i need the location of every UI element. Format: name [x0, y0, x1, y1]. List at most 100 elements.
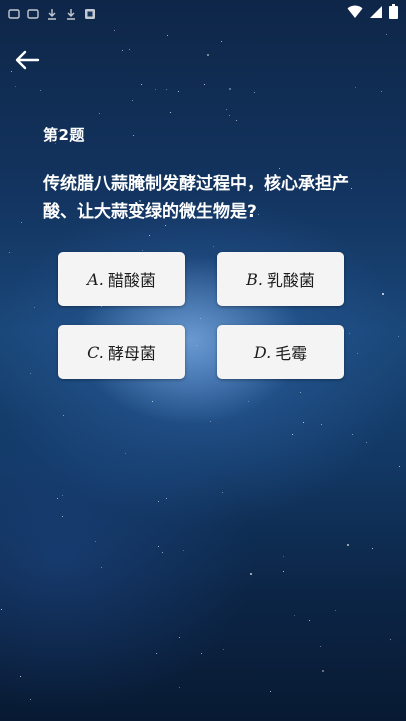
notification-icon	[8, 5, 20, 19]
star	[320, 646, 321, 647]
star	[221, 41, 222, 42]
star	[20, 676, 21, 677]
option-label: 醋酸菌	[107, 271, 156, 290]
star	[321, 424, 322, 425]
star	[254, 92, 255, 93]
star	[229, 88, 231, 90]
star	[167, 35, 168, 36]
star	[200, 318, 201, 319]
option-label: 乳酸菌	[266, 271, 315, 290]
notification-icon	[27, 5, 39, 19]
star	[222, 492, 223, 493]
star	[30, 373, 31, 374]
option-b-button[interactable]: B. 乳酸菌	[217, 252, 344, 306]
option-letter: C.	[87, 342, 104, 362]
star	[386, 34, 387, 35]
star	[62, 516, 63, 517]
star	[207, 54, 209, 56]
star	[122, 50, 123, 51]
star	[178, 91, 179, 92]
star	[399, 466, 400, 467]
star	[349, 333, 350, 334]
star	[398, 336, 399, 337]
star	[183, 550, 184, 551]
star	[335, 610, 336, 611]
star	[132, 100, 133, 101]
star	[179, 687, 180, 688]
star	[357, 353, 358, 354]
option-d-button[interactable]: D. 毛霉	[217, 325, 344, 379]
star	[279, 168, 280, 169]
star	[133, 135, 134, 136]
star	[250, 573, 252, 575]
download-icon	[65, 5, 77, 20]
star	[270, 691, 271, 692]
star	[236, 120, 237, 121]
star	[158, 501, 159, 502]
star	[101, 567, 102, 568]
star	[303, 422, 304, 423]
option-a-button[interactable]: A. 醋酸菌	[58, 252, 185, 306]
status-right	[347, 4, 398, 23]
star	[300, 392, 301, 393]
star	[372, 548, 373, 549]
star	[21, 222, 22, 223]
star	[129, 49, 130, 50]
question-number: 第2题	[43, 126, 85, 144]
option-letter: B.	[246, 269, 263, 289]
star	[101, 306, 102, 307]
star	[1, 609, 2, 610]
star	[229, 115, 230, 116]
star	[170, 112, 171, 113]
star	[201, 653, 202, 654]
star	[179, 637, 180, 638]
star	[15, 86, 16, 87]
star	[381, 91, 382, 92]
star	[99, 113, 100, 114]
star	[196, 345, 197, 346]
star	[142, 250, 143, 251]
option-label: 酵母菌	[107, 344, 156, 363]
question-text: 传统腊八蒜腌制发酵过程中，核心承担产酸、让大蒜变绿的微生物是?	[43, 174, 349, 222]
star	[125, 453, 126, 454]
star	[57, 498, 58, 499]
star	[156, 653, 157, 654]
star	[309, 620, 310, 621]
star	[213, 246, 214, 247]
option-c-button[interactable]: C. 酵母菌	[58, 325, 185, 379]
back-arrow-icon	[14, 50, 40, 74]
star	[382, 293, 384, 295]
star	[355, 87, 356, 88]
back-button[interactable]	[12, 48, 42, 76]
signal-icon	[369, 4, 383, 23]
option-letter: D.	[253, 342, 272, 362]
star	[152, 401, 153, 402]
star	[322, 670, 324, 672]
wifi-icon	[347, 4, 363, 23]
star	[248, 401, 249, 402]
star	[166, 498, 167, 499]
star	[114, 30, 115, 31]
star	[292, 434, 293, 435]
option-label: 毛霉	[275, 344, 308, 363]
star	[62, 495, 63, 496]
star	[366, 442, 367, 443]
star	[283, 556, 284, 557]
app-icon	[84, 5, 96, 19]
star	[141, 84, 142, 85]
star	[158, 546, 159, 547]
star	[155, 89, 156, 90]
status-left	[8, 5, 96, 20]
star	[95, 541, 96, 542]
star	[40, 90, 41, 91]
download-icon	[46, 5, 58, 20]
battery-icon	[389, 4, 398, 23]
star	[166, 89, 167, 90]
star	[63, 415, 64, 416]
star	[210, 421, 211, 422]
star	[204, 84, 205, 85]
star	[294, 615, 295, 616]
star	[347, 544, 349, 546]
star	[352, 434, 353, 435]
star	[34, 307, 35, 308]
